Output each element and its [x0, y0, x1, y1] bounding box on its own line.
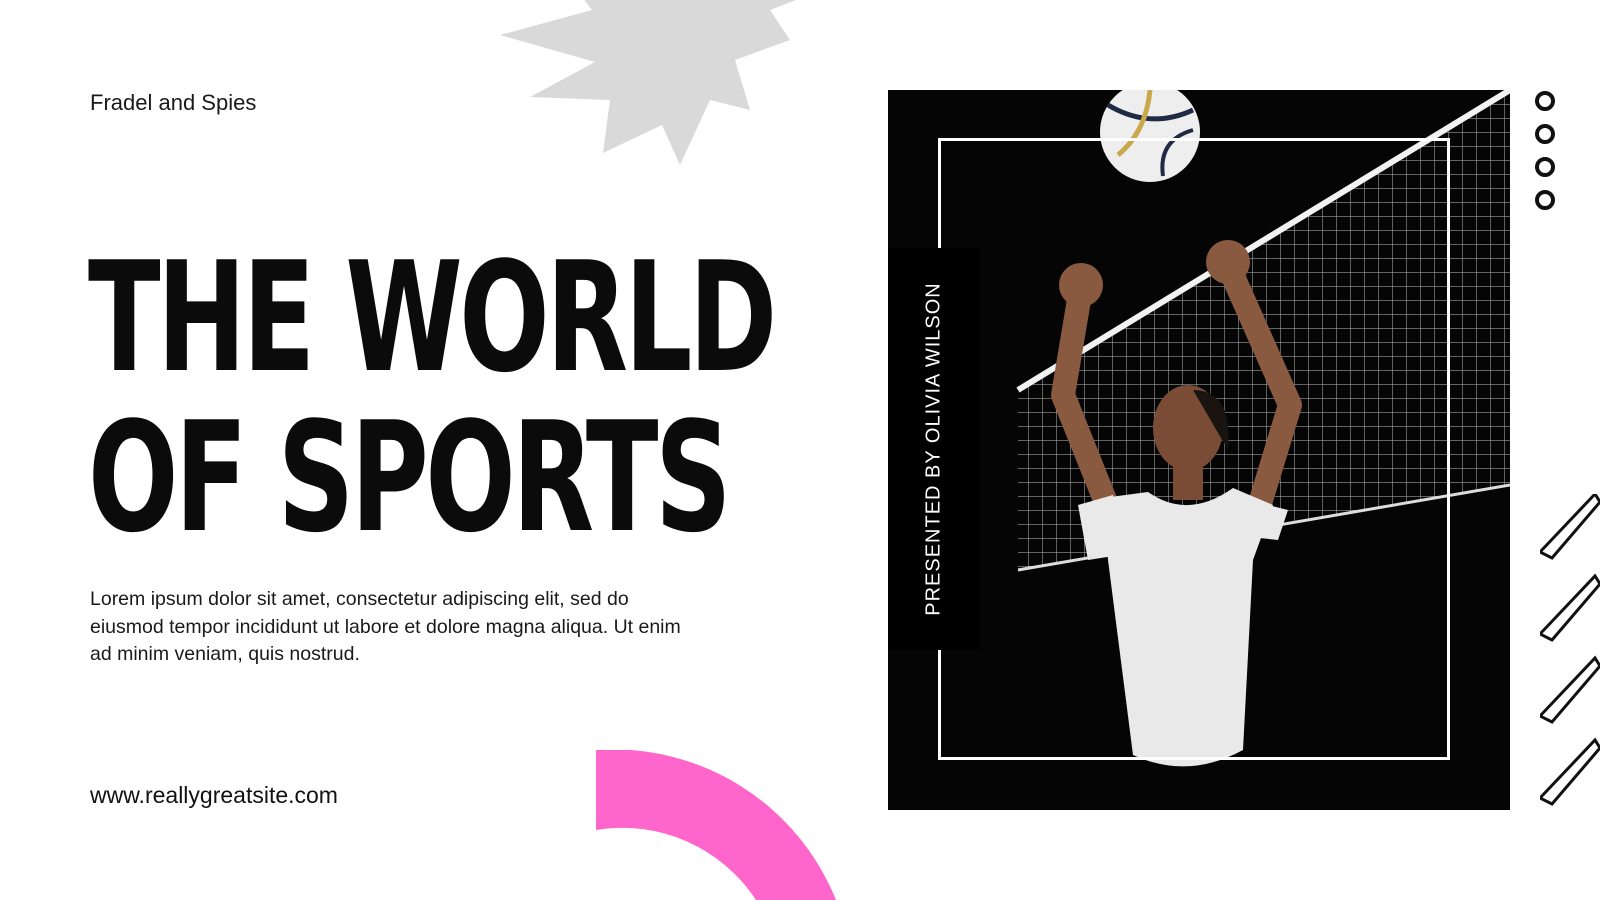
description-text: Lorem ipsum dolor sit amet, consectetur …: [90, 588, 681, 665]
website-link[interactable]: www.reallygreatsite.com: [90, 782, 338, 809]
white-frame: [938, 138, 1450, 760]
pink-arc-decoration: [596, 750, 836, 900]
brand-name: Fradel and Spies: [90, 90, 257, 115]
title-line-1: THE WORLD: [88, 229, 777, 406]
starburst-decoration: [500, 0, 796, 165]
presenter-box: PRESENTED BY OLIVIA WILSON: [888, 248, 980, 650]
presenter-label: PRESENTED BY OLIVIA WILSON: [922, 282, 945, 616]
circle-dots-icon: [1535, 91, 1555, 210]
page-title: THE WORLD OF SPORTS: [88, 229, 777, 566]
title-line-2: OF SPORTS: [88, 389, 732, 566]
volleyball-photo: PRESENTED BY OLIVIA WILSON: [888, 90, 1510, 810]
slash-lines-icon: [1540, 494, 1600, 806]
